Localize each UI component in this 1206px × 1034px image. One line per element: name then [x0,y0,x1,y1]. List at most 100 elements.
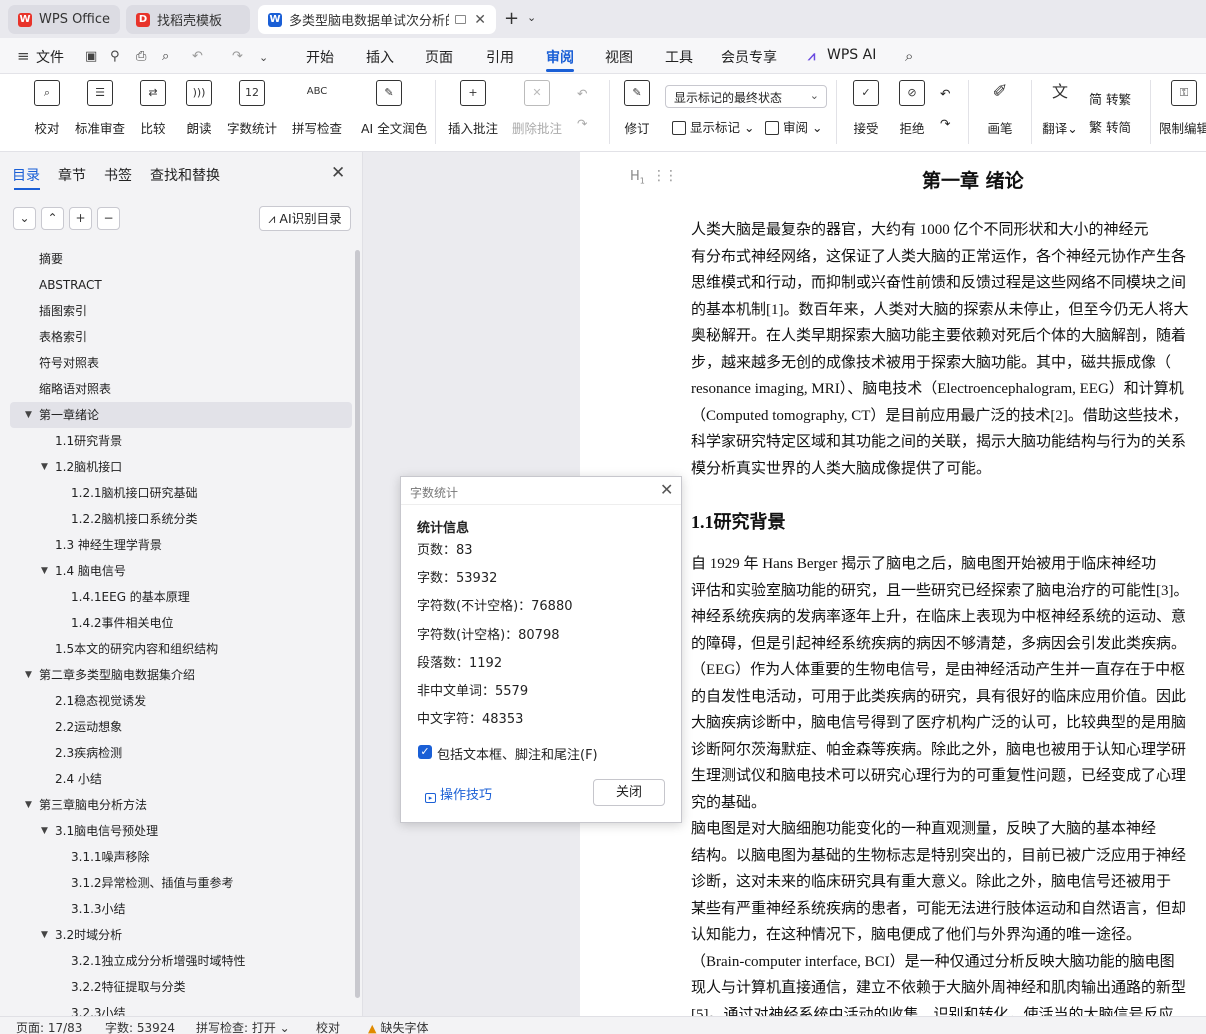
expand-arrow-icon[interactable]: ▼ [25,662,32,688]
redo-icon[interactable]: ↷ [232,49,243,64]
toc-item[interactable]: ▼ 1.2脑机接口 [10,454,352,480]
menu-wps-ai[interactable]: WPS AI [827,47,876,63]
toc-item[interactable]: 2.1稳态视觉诱发 [10,688,352,714]
expand-all-button[interactable]: ⌄ [13,207,36,230]
close-icon[interactable]: ✕ [660,480,673,499]
tips-link[interactable]: ▸ 操作技巧 [425,784,492,803]
toc-item[interactable]: 1.2.1脑机接口研究基础 [10,480,352,506]
toc-item[interactable]: 缩略语对照表 [10,376,352,402]
menu-file[interactable]: 文件 [36,47,64,67]
include-textboxes-checkbox[interactable]: ✓ [418,745,432,759]
review-pane-button[interactable]: 审阅 ⌄ [765,117,822,136]
expand-arrow-icon[interactable]: ▼ [41,454,48,480]
tab-toc[interactable]: 目录 [12,165,40,185]
chevron-down-icon[interactable]: ⌄ [527,11,536,24]
link-icon[interactable]: ⚲ [110,49,120,64]
read-aloud-button[interactable]: ))) 朗读 [171,80,227,137]
proofread-button[interactable]: ⌕ 校对 [19,80,75,137]
track-changes-button[interactable]: ✎ 修订 [609,80,665,137]
print-icon[interactable]: ⎙ [136,49,146,64]
expand-arrow-icon[interactable]: ▼ [41,558,48,584]
insert-comment-button[interactable]: + 插入批注 [445,80,501,137]
drag-handle-icon[interactable]: ⋮⋮ [652,168,678,184]
menu-tools[interactable]: 工具 [665,47,693,67]
save-icon[interactable]: ▣ [85,49,97,64]
menu-review[interactable]: 审阅 [546,47,574,67]
toc-item[interactable]: 1.4.2事件相关电位 [10,610,352,636]
expand-arrow-icon[interactable]: ▼ [41,922,48,948]
toc-item[interactable]: 1.1研究背景 [10,428,352,454]
quick-access-more-icon[interactable]: ⌄ [259,51,268,64]
to-traditional-button[interactable]: 简 转繁 [1089,89,1131,108]
tab-find-replace[interactable]: 查找和替换 [150,165,220,185]
print-preview-icon[interactable]: ⌕ [162,49,169,64]
tab-docer-templates[interactable]: D 找稻壳模板 [126,5,250,34]
screen-icon[interactable] [455,15,466,24]
toc-item[interactable]: 2.3疾病检测 [10,740,352,766]
toc-item[interactable]: 3.2.3小结 [10,1000,352,1016]
toc-item[interactable]: 摘要 [10,246,352,272]
expand-arrow-icon[interactable]: ▼ [41,818,48,844]
search-icon[interactable]: ⌕ [905,47,913,65]
markup-display-select[interactable]: 显示标记的最终状态 ⌄ [665,85,827,108]
to-simplified-button[interactable]: 繁 转简 [1089,117,1131,136]
status-missing-font[interactable]: ▲ 缺失字体 [368,1019,428,1034]
close-tab-icon[interactable]: ✕ [474,12,486,28]
status-word-count[interactable]: 字数: 53924 [105,1019,175,1034]
menu-page[interactable]: 页面 [425,47,453,67]
toc-item[interactable]: 3.2.1独立成分分析增强时域特性 [10,948,352,974]
toc-item[interactable]: ▼ 3.2时域分析 [10,922,352,948]
new-tab-icon[interactable]: + [504,8,519,29]
toc-item[interactable]: 2.4 小结 [10,766,352,792]
standard-review-button[interactable]: ☰ 标准审查 [72,80,128,137]
toc-item[interactable]: ▼ 第二章多类型脑电数据集介绍 [10,662,352,688]
pen-button[interactable]: ✐ 画笔 [972,80,1028,137]
status-spell-check[interactable]: 拼写检查: 打开 ⌄ [196,1019,290,1034]
menu-view[interactable]: 视图 [605,47,633,67]
remove-heading-button[interactable]: − [97,207,120,230]
toc-item[interactable]: 3.2.2特征提取与分类 [10,974,352,1000]
word-count-button[interactable]: 12 字数统计 [224,80,280,137]
toc-item[interactable]: 3.1.1噪声移除 [10,844,352,870]
spell-check-button[interactable]: ABC 拼写检查 [289,80,345,137]
toc-item[interactable]: 3.1.2异常检测、插值与重参考 [10,870,352,896]
menu-start[interactable]: 开始 [306,47,334,67]
toc-item[interactable]: 1.2.2脑机接口系统分类 [10,506,352,532]
heading-marker-icon[interactable]: H1 [630,169,645,186]
toc-item[interactable]: 插图索引 [10,298,352,324]
previous-comment-icon[interactable]: ↶ [577,86,587,101]
toc-item[interactable]: ▼ 第一章绪论 [10,402,352,428]
toc-item[interactable]: 表格索引 [10,324,352,350]
toc-item[interactable]: ▼ 1.4 脑电信号 [10,558,352,584]
close-button[interactable]: 关闭 [593,779,665,806]
toc-item[interactable]: 1.3 神经生理学背景 [10,532,352,558]
ai-polish-button[interactable]: ✎ AI 全文润色 [361,80,427,137]
toc-item[interactable]: 3.1.3小结 [10,896,352,922]
scrollbar[interactable] [355,250,360,998]
undo-icon[interactable]: ↶ [192,49,203,64]
menu-insert[interactable]: 插入 [366,47,394,67]
reject-button[interactable]: ⊘ 拒绝 [884,80,940,137]
expand-arrow-icon[interactable]: ▼ [25,402,32,428]
menu-reference[interactable]: 引用 [486,47,514,67]
restrict-edit-button[interactable]: ⚿ 限制编辑 [1156,80,1206,137]
toc-item[interactable]: 1.4.1EEG 的基本原理 [10,584,352,610]
status-proof[interactable]: 校对 [316,1019,340,1034]
toc-item[interactable]: 2.2运动想象 [10,714,352,740]
tab-chapters[interactable]: 章节 [58,165,86,185]
toc-item[interactable]: 符号对照表 [10,350,352,376]
tab-wps-office[interactable]: W WPS Office [8,5,120,34]
status-page[interactable]: 页面: 17/83 [16,1019,82,1034]
show-markup-button[interactable]: 显示标记 ⌄ [672,117,754,136]
next-comment-icon[interactable]: ↷ [577,116,587,131]
delete-comment-button[interactable]: ✕ 删除批注 [509,80,565,137]
tab-active-document[interactable]: W 多类型脑电数据单试次分析的 ✕ [258,5,496,34]
ai-toc-button[interactable]: ⩘ AI识别目录 [259,206,351,231]
checkbox-label[interactable]: 包括文本框、脚注和尾注(F) [437,744,598,763]
toc-item[interactable]: ▼ 3.1脑电信号预处理 [10,818,352,844]
toc-item[interactable]: 1.5本文的研究内容和组织结构 [10,636,352,662]
close-icon[interactable]: ✕ [331,163,345,183]
next-change-icon[interactable]: ↷ [940,116,950,131]
previous-change-icon[interactable]: ↶ [940,86,950,101]
toc-item[interactable]: ▼ 第三章脑电分析方法 [10,792,352,818]
